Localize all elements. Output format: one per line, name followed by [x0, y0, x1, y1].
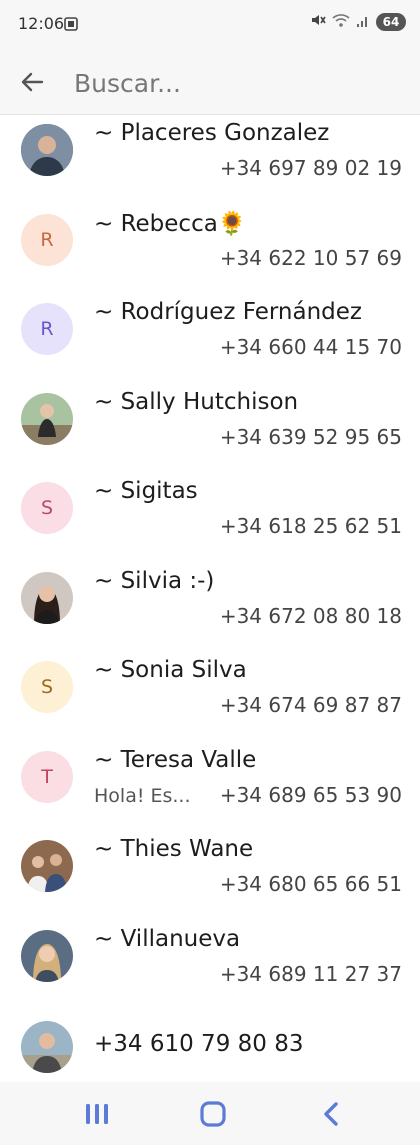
- contact-phone: +34 622 10 57 69: [219, 245, 402, 270]
- contact-list: ~ Placeres Gonzalez +34 697 89 02 19 R ~…: [0, 114, 420, 1099]
- battery-indicator: 64: [376, 13, 406, 31]
- contact-phone: +34 689 65 53 90: [219, 782, 402, 807]
- contact-name: ~ Rodríguez Fernández: [94, 299, 363, 325]
- contact-name: ~ Villanueva: [94, 925, 241, 952]
- contact-phone: +34 674 69 87 87: [219, 693, 402, 717]
- contact-row[interactable]: ~ Villanueva +34 689 11 27 37: [0, 920, 420, 1010]
- contact-row[interactable]: S ~ Sonia Silva +34 674 69 87 87: [0, 651, 420, 741]
- person-photo-icon: [21, 571, 73, 624]
- contact-avatar-letter: T: [21, 750, 73, 803]
- contact-name: ~ Teresa Valle: [94, 746, 257, 773]
- contact-avatar-letter: S: [21, 482, 73, 534]
- contact-row[interactable]: T ~ Teresa Valle Hola! Es... +34 689 65 …: [0, 741, 420, 831]
- search-bar: [0, 50, 420, 115]
- contact-name: ~ Sally Hutchison: [94, 388, 299, 415]
- contact-name: ~ Silvia :-): [94, 567, 215, 594]
- status-bar: 12:06 64: [0, 0, 420, 50]
- contact-row[interactable]: S ~ Sigitas +34 618 25 62 51: [0, 472, 420, 562]
- contact-name: +34 610 79 80 83: [94, 1031, 304, 1057]
- contact-phone: +34 672 08 80 18: [219, 603, 402, 628]
- contact-row[interactable]: R ~ Rebecca🌻 +34 622 10 57 69: [0, 204, 420, 294]
- contact-phone: +34 660 44 15 70: [219, 335, 402, 359]
- contact-name: ~ Placeres Gonzalez: [94, 120, 330, 146]
- contact-avatar-letter: R: [21, 213, 73, 266]
- signal-icon: [356, 13, 370, 32]
- back-arrow-icon[interactable]: [18, 68, 46, 96]
- recent-apps-icon[interactable]: [82, 1100, 112, 1128]
- contact-phone: +34 689 11 27 37: [219, 961, 402, 986]
- contact-row[interactable]: ~ Sally Hutchison +34 639 52 95 65: [0, 383, 420, 473]
- status-time: 12:06: [18, 14, 65, 33]
- person-photo-icon: [21, 124, 73, 176]
- contact-phone: +34 680 65 66 51: [219, 872, 402, 896]
- contact-name: ~ Sonia Silva: [94, 657, 247, 683]
- contact-name: ~ Thies Wane: [94, 836, 254, 862]
- mute-icon: [310, 12, 326, 32]
- search-input[interactable]: [72, 62, 396, 104]
- contact-row[interactable]: ~ Silvia :-) +34 672 08 80 18: [0, 562, 420, 652]
- home-icon[interactable]: [198, 1100, 228, 1128]
- wifi-icon: [332, 12, 350, 32]
- back-icon[interactable]: [316, 1100, 346, 1128]
- screenshot-icon: [64, 16, 78, 31]
- contact-row[interactable]: R ~ Rodríguez Fernández +34 660 44 15 70: [0, 293, 420, 383]
- person-photo-icon: [21, 392, 73, 445]
- group-photo-icon: [21, 840, 73, 892]
- contact-avatar-letter: S: [21, 661, 73, 713]
- person-photo-icon: [21, 929, 73, 982]
- contact-row[interactable]: ~ Thies Wane +34 680 65 66 51: [0, 830, 420, 920]
- contact-phone: +34 618 25 62 51: [219, 514, 402, 538]
- contact-phone: +34 697 89 02 19: [219, 156, 402, 180]
- person-photo-icon: [21, 1021, 73, 1073]
- message-preview: Hola! Es...: [94, 784, 191, 807]
- contact-name: ~ Sigitas: [94, 478, 198, 504]
- navigation-bar: [0, 1082, 420, 1145]
- contact-row[interactable]: ~ Placeres Gonzalez +34 697 89 02 19: [0, 114, 420, 204]
- contact-avatar-letter: R: [21, 303, 73, 355]
- contact-name: ~ Rebecca🌻: [94, 210, 247, 237]
- contact-phone: +34 639 52 95 65: [219, 424, 402, 449]
